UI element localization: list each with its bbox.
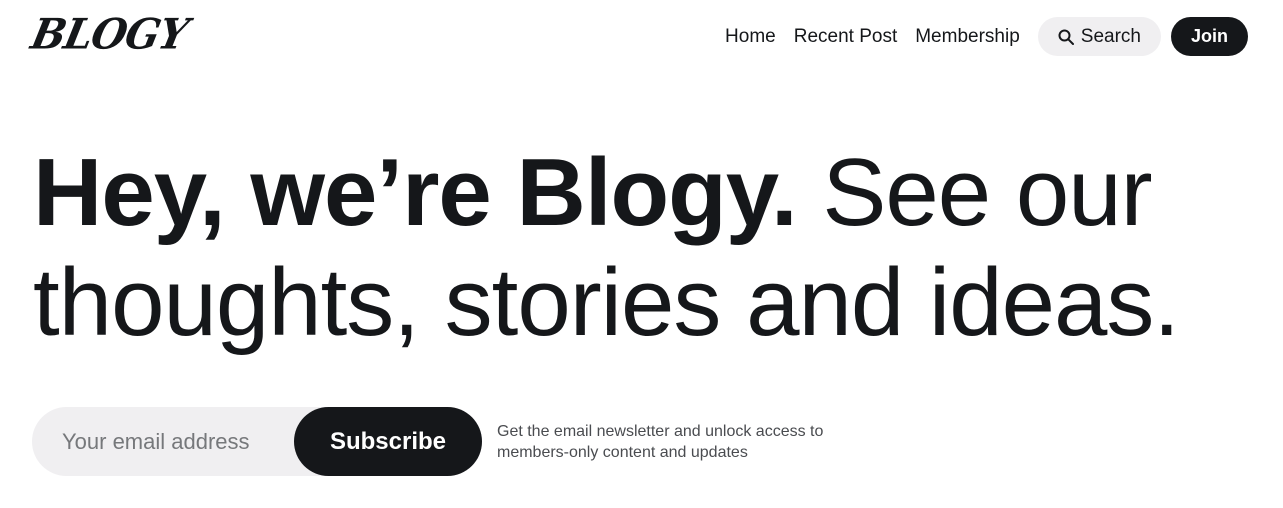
email-input[interactable] (32, 407, 292, 476)
subscribe-button[interactable]: Subscribe (294, 407, 482, 476)
search-button[interactable]: Search (1037, 17, 1161, 56)
search-label: Search (1080, 25, 1141, 47)
email-pill: Subscribe (32, 407, 482, 476)
nav-home[interactable]: Home (725, 26, 776, 48)
nav-membership[interactable]: Membership (915, 26, 1020, 48)
search-icon (1058, 29, 1074, 45)
hero-bold-text: Hey, we’re Blogy. (33, 139, 798, 246)
logo[interactable]: BLOGY (27, 10, 192, 59)
join-label: Join (1190, 26, 1228, 46)
subscribe-form: Subscribe Get the email newsletter and u… (32, 407, 877, 476)
hero-line-1: Hey, we’re Blogy. See our (33, 138, 1263, 248)
main-nav: Home Recent Post Membership Search Join (725, 17, 1248, 56)
join-button[interactable]: Join (1170, 17, 1248, 56)
nav-recent-post[interactable]: Recent Post (794, 26, 898, 48)
subscribe-note: Get the email newsletter and unlock acce… (497, 422, 824, 461)
logo-text: BLOGY (26, 9, 192, 60)
hero-heading: Hey, we’re Blogy. See our thoughts, stor… (33, 138, 1263, 358)
hero-light-text-1: See our (796, 139, 1152, 246)
hero-line-2: thoughts, stories and ideas. (33, 249, 1180, 356)
